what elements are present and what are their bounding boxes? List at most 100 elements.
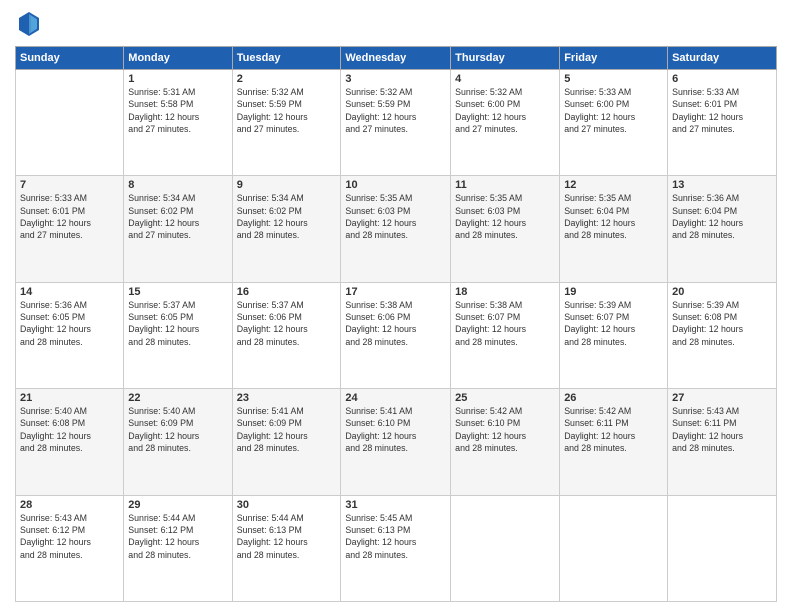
- day-info: Sunrise: 5:44 AM Sunset: 6:13 PM Dayligh…: [237, 512, 337, 561]
- day-number: 8: [128, 179, 227, 191]
- day-number: 14: [20, 286, 119, 298]
- calendar-cell: 14Sunrise: 5:36 AM Sunset: 6:05 PM Dayli…: [16, 282, 124, 388]
- calendar-cell: 4Sunrise: 5:32 AM Sunset: 6:00 PM Daylig…: [451, 70, 560, 176]
- calendar-cell: [16, 70, 124, 176]
- calendar-cell: 30Sunrise: 5:44 AM Sunset: 6:13 PM Dayli…: [232, 495, 341, 601]
- header-row: SundayMondayTuesdayWednesdayThursdayFrid…: [16, 47, 777, 70]
- day-info: Sunrise: 5:37 AM Sunset: 6:05 PM Dayligh…: [128, 299, 227, 348]
- calendar-cell: [451, 495, 560, 601]
- calendar-cell: 16Sunrise: 5:37 AM Sunset: 6:06 PM Dayli…: [232, 282, 341, 388]
- day-number: 17: [345, 286, 446, 298]
- day-number: 5: [564, 73, 663, 85]
- calendar-table: SundayMondayTuesdayWednesdayThursdayFrid…: [15, 46, 777, 602]
- calendar-cell: 12Sunrise: 5:35 AM Sunset: 6:04 PM Dayli…: [560, 176, 668, 282]
- calendar-cell: 8Sunrise: 5:34 AM Sunset: 6:02 PM Daylig…: [124, 176, 232, 282]
- day-info: Sunrise: 5:39 AM Sunset: 6:07 PM Dayligh…: [564, 299, 663, 348]
- day-number: 9: [237, 179, 337, 191]
- day-number: 4: [455, 73, 555, 85]
- day-info: Sunrise: 5:35 AM Sunset: 6:03 PM Dayligh…: [455, 192, 555, 241]
- page-container: SundayMondayTuesdayWednesdayThursdayFrid…: [0, 0, 792, 612]
- day-info: Sunrise: 5:43 AM Sunset: 6:12 PM Dayligh…: [20, 512, 119, 561]
- calendar-cell: [560, 495, 668, 601]
- day-header-thursday: Thursday: [451, 47, 560, 70]
- day-info: Sunrise: 5:32 AM Sunset: 5:59 PM Dayligh…: [237, 86, 337, 135]
- calendar-cell: 18Sunrise: 5:38 AM Sunset: 6:07 PM Dayli…: [451, 282, 560, 388]
- logo: [15, 10, 47, 38]
- day-header-monday: Monday: [124, 47, 232, 70]
- week-row-2: 7Sunrise: 5:33 AM Sunset: 6:01 PM Daylig…: [16, 176, 777, 282]
- day-info: Sunrise: 5:44 AM Sunset: 6:12 PM Dayligh…: [128, 512, 227, 561]
- day-number: 30: [237, 499, 337, 511]
- day-number: 23: [237, 392, 337, 404]
- day-info: Sunrise: 5:38 AM Sunset: 6:06 PM Dayligh…: [345, 299, 446, 348]
- calendar-cell: 27Sunrise: 5:43 AM Sunset: 6:11 PM Dayli…: [668, 389, 777, 495]
- week-row-1: 1Sunrise: 5:31 AM Sunset: 5:58 PM Daylig…: [16, 70, 777, 176]
- day-info: Sunrise: 5:34 AM Sunset: 6:02 PM Dayligh…: [237, 192, 337, 241]
- calendar-cell: 26Sunrise: 5:42 AM Sunset: 6:11 PM Dayli…: [560, 389, 668, 495]
- calendar-cell: 21Sunrise: 5:40 AM Sunset: 6:08 PM Dayli…: [16, 389, 124, 495]
- day-number: 18: [455, 286, 555, 298]
- day-info: Sunrise: 5:39 AM Sunset: 6:08 PM Dayligh…: [672, 299, 772, 348]
- day-info: Sunrise: 5:33 AM Sunset: 6:00 PM Dayligh…: [564, 86, 663, 135]
- day-number: 15: [128, 286, 227, 298]
- week-row-4: 21Sunrise: 5:40 AM Sunset: 6:08 PM Dayli…: [16, 389, 777, 495]
- calendar-cell: [668, 495, 777, 601]
- day-header-wednesday: Wednesday: [341, 47, 451, 70]
- day-info: Sunrise: 5:33 AM Sunset: 6:01 PM Dayligh…: [672, 86, 772, 135]
- day-info: Sunrise: 5:36 AM Sunset: 6:04 PM Dayligh…: [672, 192, 772, 241]
- calendar-cell: 9Sunrise: 5:34 AM Sunset: 6:02 PM Daylig…: [232, 176, 341, 282]
- day-header-friday: Friday: [560, 47, 668, 70]
- day-info: Sunrise: 5:41 AM Sunset: 6:09 PM Dayligh…: [237, 405, 337, 454]
- day-number: 7: [20, 179, 119, 191]
- calendar-cell: 6Sunrise: 5:33 AM Sunset: 6:01 PM Daylig…: [668, 70, 777, 176]
- day-info: Sunrise: 5:34 AM Sunset: 6:02 PM Dayligh…: [128, 192, 227, 241]
- calendar-cell: 28Sunrise: 5:43 AM Sunset: 6:12 PM Dayli…: [16, 495, 124, 601]
- calendar-cell: 5Sunrise: 5:33 AM Sunset: 6:00 PM Daylig…: [560, 70, 668, 176]
- calendar-cell: 29Sunrise: 5:44 AM Sunset: 6:12 PM Dayli…: [124, 495, 232, 601]
- day-info: Sunrise: 5:45 AM Sunset: 6:13 PM Dayligh…: [345, 512, 446, 561]
- day-number: 2: [237, 73, 337, 85]
- day-number: 24: [345, 392, 446, 404]
- calendar-cell: 3Sunrise: 5:32 AM Sunset: 5:59 PM Daylig…: [341, 70, 451, 176]
- day-number: 31: [345, 499, 446, 511]
- logo-icon: [15, 10, 43, 38]
- day-info: Sunrise: 5:35 AM Sunset: 6:04 PM Dayligh…: [564, 192, 663, 241]
- day-info: Sunrise: 5:37 AM Sunset: 6:06 PM Dayligh…: [237, 299, 337, 348]
- day-number: 26: [564, 392, 663, 404]
- day-info: Sunrise: 5:32 AM Sunset: 5:59 PM Dayligh…: [345, 86, 446, 135]
- day-number: 3: [345, 73, 446, 85]
- calendar-cell: 10Sunrise: 5:35 AM Sunset: 6:03 PM Dayli…: [341, 176, 451, 282]
- calendar-cell: 31Sunrise: 5:45 AM Sunset: 6:13 PM Dayli…: [341, 495, 451, 601]
- calendar-cell: 15Sunrise: 5:37 AM Sunset: 6:05 PM Dayli…: [124, 282, 232, 388]
- day-info: Sunrise: 5:40 AM Sunset: 6:08 PM Dayligh…: [20, 405, 119, 454]
- day-number: 29: [128, 499, 227, 511]
- day-info: Sunrise: 5:31 AM Sunset: 5:58 PM Dayligh…: [128, 86, 227, 135]
- day-info: Sunrise: 5:42 AM Sunset: 6:10 PM Dayligh…: [455, 405, 555, 454]
- calendar-cell: 13Sunrise: 5:36 AM Sunset: 6:04 PM Dayli…: [668, 176, 777, 282]
- day-number: 27: [672, 392, 772, 404]
- day-number: 16: [237, 286, 337, 298]
- calendar-cell: 23Sunrise: 5:41 AM Sunset: 6:09 PM Dayli…: [232, 389, 341, 495]
- day-info: Sunrise: 5:41 AM Sunset: 6:10 PM Dayligh…: [345, 405, 446, 454]
- week-row-3: 14Sunrise: 5:36 AM Sunset: 6:05 PM Dayli…: [16, 282, 777, 388]
- day-number: 21: [20, 392, 119, 404]
- week-row-5: 28Sunrise: 5:43 AM Sunset: 6:12 PM Dayli…: [16, 495, 777, 601]
- day-number: 11: [455, 179, 555, 191]
- day-info: Sunrise: 5:32 AM Sunset: 6:00 PM Dayligh…: [455, 86, 555, 135]
- calendar-cell: 1Sunrise: 5:31 AM Sunset: 5:58 PM Daylig…: [124, 70, 232, 176]
- day-info: Sunrise: 5:38 AM Sunset: 6:07 PM Dayligh…: [455, 299, 555, 348]
- calendar-cell: 11Sunrise: 5:35 AM Sunset: 6:03 PM Dayli…: [451, 176, 560, 282]
- calendar-cell: 20Sunrise: 5:39 AM Sunset: 6:08 PM Dayli…: [668, 282, 777, 388]
- day-info: Sunrise: 5:43 AM Sunset: 6:11 PM Dayligh…: [672, 405, 772, 454]
- day-info: Sunrise: 5:40 AM Sunset: 6:09 PM Dayligh…: [128, 405, 227, 454]
- day-number: 22: [128, 392, 227, 404]
- calendar-cell: 19Sunrise: 5:39 AM Sunset: 6:07 PM Dayli…: [560, 282, 668, 388]
- day-number: 19: [564, 286, 663, 298]
- calendar-cell: 7Sunrise: 5:33 AM Sunset: 6:01 PM Daylig…: [16, 176, 124, 282]
- day-number: 20: [672, 286, 772, 298]
- day-header-sunday: Sunday: [16, 47, 124, 70]
- calendar-cell: 25Sunrise: 5:42 AM Sunset: 6:10 PM Dayli…: [451, 389, 560, 495]
- day-info: Sunrise: 5:33 AM Sunset: 6:01 PM Dayligh…: [20, 192, 119, 241]
- day-number: 25: [455, 392, 555, 404]
- calendar-cell: 2Sunrise: 5:32 AM Sunset: 5:59 PM Daylig…: [232, 70, 341, 176]
